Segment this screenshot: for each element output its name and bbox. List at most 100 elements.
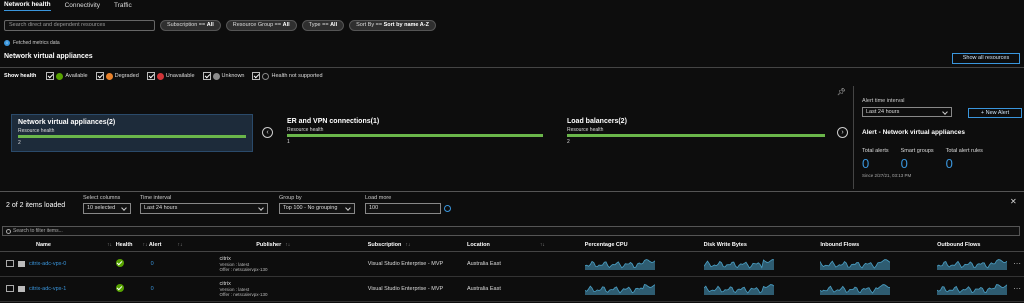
outbound-sparkline-cell: ··· bbox=[937, 276, 1024, 302]
tab-traffic[interactable]: Traffic bbox=[114, 2, 132, 11]
col-alert[interactable]: ↑↓ Alert bbox=[142, 239, 174, 252]
pin-icon[interactable]: 📌︎ bbox=[837, 88, 846, 96]
cpu-sparkline-cell bbox=[584, 251, 704, 277]
health-bar bbox=[18, 135, 246, 138]
subscription-filter-pill[interactable]: Subscription == All bbox=[160, 20, 221, 31]
health-not-supported-label: Health not supported bbox=[271, 73, 323, 79]
col-alert-sort[interactable]: ↑↓ bbox=[173, 239, 236, 252]
load-more-control: Load more 100 bbox=[365, 195, 441, 214]
tab-connectivity[interactable]: Connectivity bbox=[65, 2, 100, 11]
col-inbound-flows[interactable]: Inbound Flows bbox=[820, 239, 938, 252]
col-disk-write[interactable]: Disk Write Bytes bbox=[703, 239, 821, 252]
health-cell bbox=[115, 276, 143, 302]
stat-label: Smart groups bbox=[900, 148, 934, 154]
card-count: 2 bbox=[567, 139, 570, 145]
vm-icon bbox=[18, 285, 25, 292]
carousel-prev-button[interactable]: ‹ bbox=[262, 127, 273, 138]
health-unknown[interactable]: Unknown bbox=[202, 72, 244, 80]
table-row[interactable]: citrix-adc-vpx-0 0 citrix Version : latest O… bbox=[0, 251, 1024, 277]
new-alert-button[interactable]: + New Alert bbox=[968, 108, 1022, 118]
close-icon[interactable]: ✕ bbox=[1010, 197, 1017, 206]
topology-icon[interactable] bbox=[6, 260, 14, 267]
alert-interval-dropdown[interactable]: Last 24 hours bbox=[862, 107, 952, 117]
health-degraded[interactable]: Degraded bbox=[95, 72, 139, 80]
select-columns-label: Select columns bbox=[83, 195, 121, 201]
time-interval-dropdown[interactable]: Last 24 hours bbox=[140, 203, 268, 214]
more-options-icon[interactable]: ··· bbox=[1013, 259, 1021, 268]
card-load-balancers[interactable]: Load balancers(2) Resource health 2 bbox=[561, 114, 831, 152]
col-spacer bbox=[450, 239, 467, 252]
tab-network-health[interactable]: Network health bbox=[4, 1, 51, 11]
stat-value[interactable]: 0 bbox=[901, 156, 934, 171]
load-more-input[interactable]: 100 bbox=[365, 203, 441, 214]
group-by-control: Group by Top 100 - No grouping bbox=[279, 195, 355, 214]
time-interval-label: Time interval bbox=[140, 195, 172, 201]
fetched-info-text: Fetched metrics data bbox=[13, 40, 60, 46]
col-outbound-flows[interactable]: Outbound Flows bbox=[937, 239, 1024, 252]
resource-name-link[interactable]: citrix-adc-vpx-0 bbox=[29, 261, 66, 267]
resource-search-input[interactable]: Search direct and dependent resources bbox=[4, 20, 155, 31]
card-count: 1 bbox=[287, 139, 290, 145]
type-filter-pill[interactable]: Type == All bbox=[301, 20, 345, 31]
health-unavailable-label: Unavailable bbox=[165, 73, 195, 79]
tab-bar: Network health Connectivity Traffic bbox=[0, 0, 1024, 12]
stat-value[interactable]: 0 bbox=[946, 156, 983, 171]
checkbox-icon[interactable] bbox=[252, 72, 261, 80]
checkbox-icon[interactable] bbox=[95, 72, 104, 80]
more-options-icon[interactable]: ··· bbox=[1013, 284, 1021, 293]
filter-items-input[interactable]: Search to filter items... bbox=[2, 226, 1020, 236]
show-all-resources-button[interactable]: Show all resources bbox=[952, 53, 1020, 64]
card-network-virtual-appliances[interactable]: Network virtual appliances(2) Resource h… bbox=[11, 114, 253, 152]
stat-value[interactable]: 0 bbox=[862, 156, 889, 171]
card-count: 2 bbox=[18, 140, 21, 146]
table-row[interactable]: citrix-adc-vpx-1 0 citrix Version : latest O… bbox=[0, 276, 1024, 302]
stat-smart-groups: Smart groups 0 bbox=[901, 148, 934, 171]
inbound-sparkline-cell bbox=[820, 276, 938, 302]
select-columns-dropdown[interactable]: 10 selected bbox=[83, 203, 131, 214]
alert-cell: 0 bbox=[142, 276, 174, 302]
resource-name-link[interactable]: citrix-adc-vpx-1 bbox=[29, 286, 66, 292]
section-title: Network virtual appliances bbox=[4, 53, 93, 60]
health-not-supported[interactable]: Health not supported bbox=[252, 72, 323, 80]
since-timestamp: Since 2/27/21, 03:13 PM bbox=[862, 173, 912, 178]
topology-icon[interactable] bbox=[6, 285, 14, 292]
checkbox-icon[interactable] bbox=[202, 72, 211, 80]
name-cell: citrix-adc-vpx-1 bbox=[0, 276, 116, 302]
col-cpu[interactable]: Percentage CPU bbox=[584, 239, 704, 252]
subscription-cell: Visual Studio Enterprise - MVP bbox=[367, 251, 467, 277]
health-available-label: Available bbox=[65, 73, 88, 79]
alert-count-link[interactable]: 0 bbox=[151, 261, 154, 267]
resource-group-filter-pill[interactable]: Resource Group == All bbox=[225, 20, 297, 31]
sparkline-chart bbox=[937, 283, 1008, 295]
not-supported-status-icon bbox=[262, 72, 270, 80]
card-er-vpn-connections[interactable]: ER and VPN connections(1) Resource healt… bbox=[281, 114, 549, 152]
stat-total-alerts: Total alerts 0 bbox=[862, 148, 889, 171]
alert-count-link[interactable]: 0 bbox=[151, 286, 154, 292]
col-health[interactable]: Health bbox=[115, 239, 143, 252]
col-location[interactable]: Location ↑↓ bbox=[466, 239, 585, 252]
col-subscription[interactable]: Subscription ↑↓ bbox=[367, 239, 451, 252]
sparkline-chart bbox=[703, 283, 774, 295]
publisher-cell: citrix Version : latest Offer : netscalerv… bbox=[173, 276, 333, 302]
time-interval-control: Time interval Last 24 hours bbox=[140, 195, 268, 214]
info-icon: i bbox=[4, 40, 10, 46]
refresh-icon[interactable] bbox=[444, 205, 451, 212]
disk-sparkline-cell bbox=[703, 251, 821, 277]
sparkline-chart bbox=[820, 258, 891, 270]
carousel-next-button[interactable]: › bbox=[837, 127, 848, 138]
healthy-check-icon bbox=[115, 283, 124, 292]
col-name[interactable]: Name ↑↓ bbox=[0, 239, 116, 252]
col-publisher[interactable]: Publisher ↑↓ bbox=[256, 239, 333, 252]
sort-filter-pill[interactable]: Sort By == Sort by name A-Z bbox=[349, 20, 436, 31]
load-more-label: Load more bbox=[365, 195, 392, 201]
card-title: Load balancers(2) bbox=[567, 118, 627, 125]
health-unavailable[interactable]: Unavailable bbox=[146, 72, 195, 80]
col-spacer bbox=[235, 239, 257, 252]
checkbox-icon[interactable] bbox=[46, 72, 55, 80]
health-available[interactable]: Available bbox=[46, 72, 88, 80]
alert-panel: Alert time interval Last 24 hours + New … bbox=[862, 98, 1022, 178]
filter-bar: Search direct and dependent resources Su… bbox=[4, 20, 436, 31]
group-by-dropdown[interactable]: Top 100 - No grouping bbox=[279, 203, 355, 214]
checkbox-icon[interactable] bbox=[146, 72, 155, 80]
health-bar bbox=[567, 134, 825, 137]
